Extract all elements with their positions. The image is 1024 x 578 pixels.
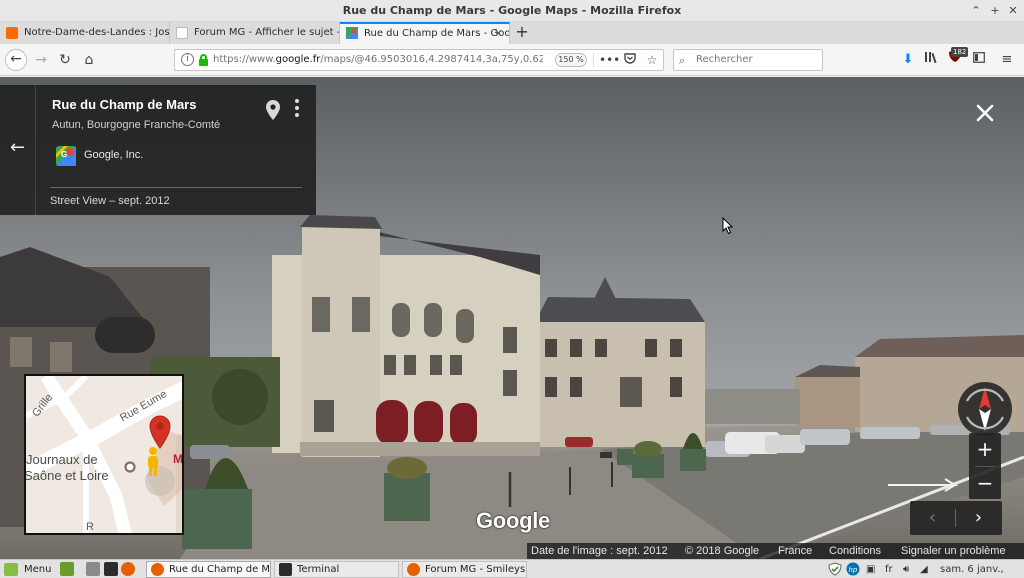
update-shield-icon[interactable] (828, 562, 842, 578)
page-actions-icon[interactable]: ••• (599, 51, 620, 69)
next-photo-button[interactable]: › (956, 501, 1001, 535)
map-pin-icon[interactable] (264, 99, 282, 121)
taskbar-item-firefox-forum[interactable]: Forum MG - Smileys -... (402, 561, 527, 578)
previous-photo-button[interactable]: ‹ (910, 501, 955, 535)
copyright: © 2018 Google (685, 545, 760, 557)
zoom-level-indicator[interactable]: 150 % (555, 53, 587, 67)
region-link[interactable]: France (778, 543, 812, 559)
window-title: Rue du Champ de Mars - Google Maps - Moz… (342, 4, 682, 17)
volume-icon[interactable]: 🔊︎ (903, 562, 909, 577)
maximize-icon[interactable]: + (987, 3, 1003, 19)
svg-text:G: G (61, 150, 67, 159)
zoom-controls: + − (969, 433, 1001, 499)
url-bar[interactable]: i https://www.google.fr/maps/@46.9503016… (174, 49, 664, 71)
street-name: Rue du Champ de Mars (52, 97, 197, 112)
city-region: Autun, Bourgogne Franche-Comté (52, 119, 221, 131)
pegman-icon[interactable] (144, 446, 162, 478)
network-icon[interactable]: ◢ (920, 562, 928, 577)
compass-icon[interactable] (957, 381, 1013, 437)
tab-notre-dame[interactable]: Notre-Dame-des-Landes : Jos (0, 22, 170, 44)
tab-forum-mg[interactable]: Forum MG - Afficher le sujet - No (170, 22, 340, 44)
search-icon: ⌕ (679, 54, 686, 67)
taskbar-item-terminal[interactable]: Terminal (274, 561, 399, 578)
forward-button[interactable]: → (30, 49, 52, 71)
page-favicon-icon (176, 27, 188, 39)
google-maps-favicon-icon (346, 27, 358, 39)
display-icon[interactable]: ▣ (866, 562, 875, 577)
tab-label: Notre-Dame-des-Landes : Jos (24, 27, 170, 38)
firefox-icon (151, 563, 164, 576)
clock[interactable]: sam. 6 janv., 12:00 (940, 562, 1024, 578)
file-manager-icon[interactable] (86, 562, 100, 576)
zoom-out-button[interactable]: − (969, 467, 1001, 499)
street-view-canvas[interactable]: ← Rue du Champ de Mars Autun, Bourgogne … (0, 77, 1024, 559)
imagery-author[interactable]: Google, Inc. (84, 149, 143, 161)
show-desktop-icon[interactable] (60, 562, 74, 576)
library-icon[interactable] (920, 49, 942, 71)
window-titlebar: Rue du Champ de Mars - Google Maps - Moz… (0, 0, 1024, 22)
reload-button[interactable]: ↻ (54, 49, 76, 71)
mini-map[interactable]: Grille Rue Eume Journaux de Saône et Loi… (24, 374, 184, 535)
back-button[interactable]: ← (5, 49, 27, 71)
map-footer: Date de l'image : sept. 2012 © 2018 Goog… (527, 543, 1024, 559)
google-maps-logo-icon: G (56, 146, 76, 166)
photo-navigation: ‹ › (910, 501, 1002, 535)
divider (50, 187, 302, 188)
new-tab-button[interactable]: + (512, 22, 532, 44)
map-label-journaux: Journaux de (26, 452, 98, 467)
terms-link[interactable]: Conditions (829, 543, 881, 559)
back-arrow-button[interactable]: ← (0, 85, 36, 215)
start-menu-button[interactable]: Menu (4, 561, 51, 578)
map-label-r: R (86, 521, 94, 533)
mouse-cursor-icon (722, 217, 734, 235)
hamburger-menu-icon[interactable]: ≡ (996, 49, 1018, 71)
firefox-launcher-icon[interactable] (121, 562, 135, 576)
street-view-date: Street View – sept. 2012 (50, 195, 170, 207)
system-taskbar: Menu Rue du Champ de Ma... Terminal Foru… (0, 559, 1024, 578)
downloads-icon[interactable]: ⬇ (897, 49, 919, 71)
ublock-count-badge: 182 (951, 47, 969, 57)
map-label-saone-et-loire: Saône et Loire (24, 468, 109, 483)
close-tab-icon[interactable]: ✕ (494, 24, 503, 43)
navigation-bar: ← → ↻ ⌂ i https://www.google.fr/maps/@46… (0, 44, 1024, 76)
svg-text:hp: hp (849, 566, 858, 574)
tab-label: Forum MG - Afficher le sujet - No (194, 27, 340, 38)
hp-printer-icon[interactable]: hp (845, 562, 861, 578)
site-info-icon[interactable]: i (181, 53, 194, 66)
sidebar-icon[interactable] (968, 49, 990, 71)
location-info-card: ← Rue du Champ de Mars Autun, Bourgogne … (0, 85, 316, 215)
map-label-m: M (173, 452, 183, 466)
secure-lock-icon[interactable] (199, 54, 208, 66)
blog-favicon-icon (6, 27, 18, 39)
firefox-icon (407, 563, 420, 576)
home-button[interactable]: ⌂ (78, 49, 100, 71)
terminal-launcher-icon[interactable] (104, 562, 118, 576)
tab-label: Rue du Champ de Mars - Goo (364, 28, 510, 39)
report-problem-link[interactable]: Signaler un problème (901, 543, 1006, 559)
bookmark-star-icon[interactable]: ☆ (643, 51, 661, 69)
keyboard-layout[interactable]: fr (885, 562, 893, 577)
search-placeholder: Rechercher (696, 54, 753, 65)
close-window-icon[interactable]: ✕ (1005, 3, 1021, 19)
divider (593, 53, 594, 67)
taskbar-item-firefox-maps[interactable]: Rue du Champ de Ma... (146, 561, 271, 578)
zoom-in-button[interactable]: + (969, 433, 1001, 465)
google-watermark: Google (476, 508, 550, 533)
tab-google-maps[interactable]: Rue du Champ de Mars - Goo ✕ (340, 22, 510, 44)
more-options-icon[interactable] (290, 97, 304, 119)
location-marker-icon (149, 415, 171, 449)
linux-mint-icon (4, 563, 18, 576)
pocket-icon[interactable] (621, 51, 639, 69)
close-street-view-icon[interactable] (973, 101, 997, 125)
terminal-icon (279, 563, 292, 576)
imagery-date: Date de l'image : sept. 2012 (531, 545, 668, 557)
url-text[interactable]: https://www.google.fr/maps/@46.9503016,4… (213, 54, 543, 65)
minimize-icon[interactable]: ⌃ (968, 3, 984, 19)
search-bar[interactable]: ⌕ Rechercher (673, 49, 823, 71)
